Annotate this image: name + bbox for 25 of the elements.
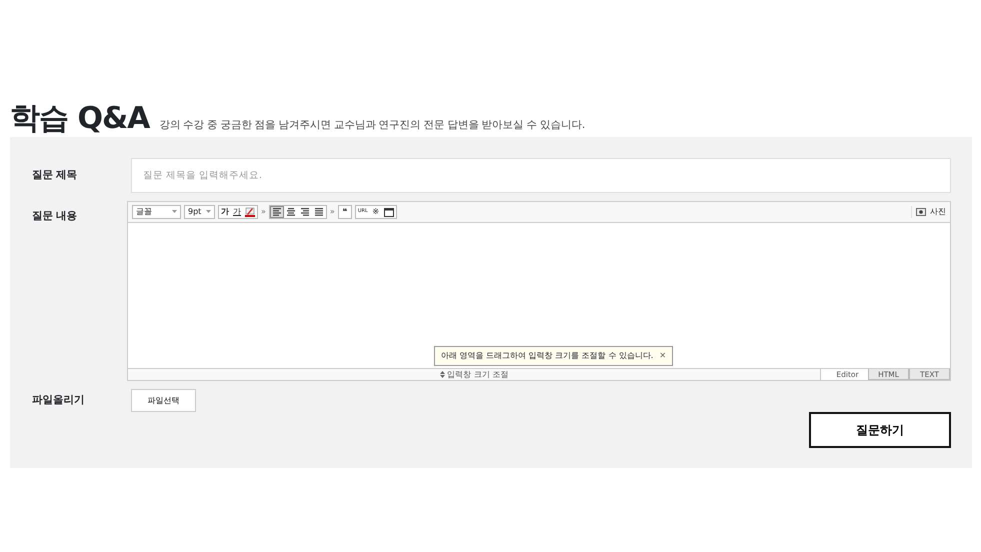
text-color-icon[interactable] — [243, 206, 257, 218]
quote-button[interactable]: ❝ — [338, 206, 351, 218]
bold-button[interactable]: 가 — [219, 206, 231, 218]
resize-handle[interactable]: 입력창 크기 조절 — [128, 369, 821, 380]
align-icon[interactable] — [270, 206, 284, 218]
file-select-button[interactable]: 파일선택 — [131, 389, 196, 412]
tooltip-text: 아래 영역을 드래그하여 입력창 크기를 조절할 수 있습니다. — [441, 350, 654, 362]
special-char-button[interactable]: ※ — [370, 206, 382, 218]
dropdown[interactable]: 9pt — [184, 205, 215, 219]
photo-button[interactable]: 사진 — [930, 206, 946, 218]
title-input-field[interactable]: 질문 제목을 입력해주세요. — [131, 158, 951, 193]
field-label: 질문 내용 — [32, 209, 78, 224]
underline-button[interactable]: 가 — [231, 206, 243, 218]
dropdown[interactable]: 글꼴 — [132, 205, 181, 219]
close-button[interactable]: ✕ — [659, 350, 666, 362]
table-icon[interactable] — [382, 206, 396, 218]
submit-button[interactable]: 질문하기 — [809, 412, 951, 448]
field-label: 파일올리기 — [32, 392, 86, 408]
resize-icon — [440, 371, 445, 378]
more-button[interactable]: » — [330, 206, 335, 218]
more-button[interactable]: » — [261, 206, 266, 218]
page-title: 학습 Q&A — [10, 101, 150, 137]
page-subtitle: 강의 수강 중 궁금한 점을 남겨주시면 교수님과 연구진의 전문 답변을 받아보실 수 있습니다. — [159, 118, 585, 134]
photo-icon — [916, 206, 926, 218]
field-label: 질문 제목 — [32, 168, 78, 183]
